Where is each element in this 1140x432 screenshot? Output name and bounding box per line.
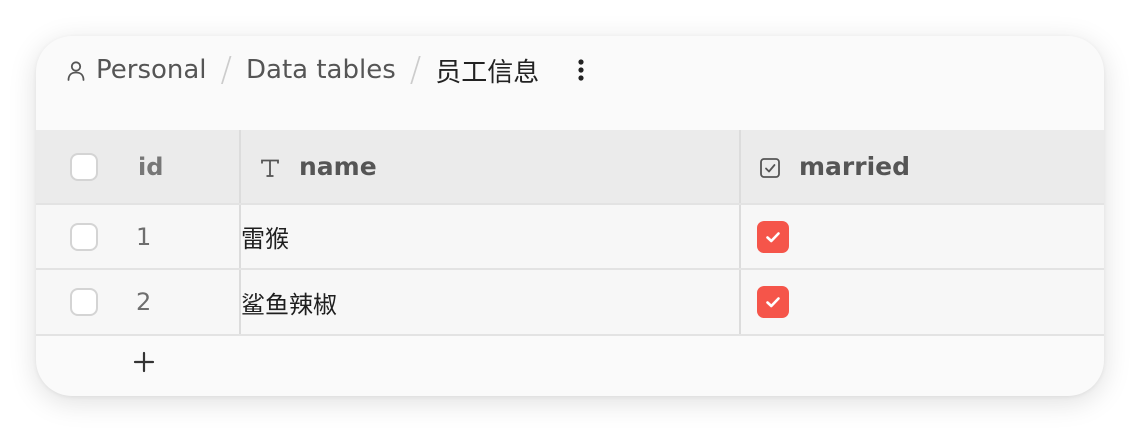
text-type-icon: [259, 156, 281, 178]
row-select-checkbox[interactable]: [70, 222, 98, 251]
row-id: 1: [136, 222, 152, 251]
cell-id: 1: [36, 204, 240, 270]
married-checkbox-checked[interactable]: [757, 286, 789, 318]
married-checkbox-checked[interactable]: [757, 220, 789, 253]
row-select-checkbox[interactable]: [70, 288, 98, 316]
person-icon: [66, 59, 86, 81]
breadcrumb-separator: /: [409, 50, 422, 90]
column-label: id: [138, 152, 164, 181]
cell-id: 2: [36, 269, 240, 336]
table-row[interactable]: 1 雷猴: [36, 204, 1104, 270]
column-header-name[interactable]: name: [239, 130, 740, 205]
column-label: married: [799, 152, 910, 181]
breadcrumb-label: 员工信息: [435, 57, 540, 88]
table-header-row: id name married: [36, 130, 1104, 205]
check-icon: [766, 297, 780, 308]
data-table-card: Personal / Data tables / 员工信息 id name ma…: [36, 36, 1104, 396]
check-icon: [766, 231, 780, 242]
data-table: id name married 1 雷猴 2 鲨鱼辣椒: [36, 130, 1104, 336]
more-vertical-icon[interactable]: [577, 57, 585, 83]
column-header-id[interactable]: id: [36, 130, 240, 205]
breadcrumb-current-table[interactable]: 员工信息: [435, 52, 539, 89]
breadcrumb-label: Personal: [96, 55, 207, 85]
breadcrumb-data-tables[interactable]: Data tables: [246, 55, 396, 85]
column-header-married[interactable]: married: [739, 130, 1104, 205]
select-all-checkbox[interactable]: [70, 152, 98, 181]
row-id: 2: [136, 288, 152, 316]
cell-married[interactable]: [739, 204, 1104, 270]
cell-name[interactable]: 鲨鱼辣椒: [239, 269, 740, 336]
plus-icon: [133, 351, 155, 373]
breadcrumb: Personal / Data tables / 员工信息: [66, 50, 585, 90]
table-row[interactable]: 2 鲨鱼辣椒: [36, 269, 1104, 336]
breadcrumb-separator: /: [220, 50, 232, 90]
cell-name[interactable]: 雷猴: [239, 204, 740, 270]
cell-married[interactable]: [739, 269, 1104, 336]
column-label: name: [299, 152, 377, 181]
breadcrumb-personal[interactable]: Personal: [66, 55, 207, 85]
checkbox-type-icon: [759, 156, 781, 178]
breadcrumb-label: Data tables: [246, 55, 396, 85]
add-row-button[interactable]: [132, 350, 156, 374]
